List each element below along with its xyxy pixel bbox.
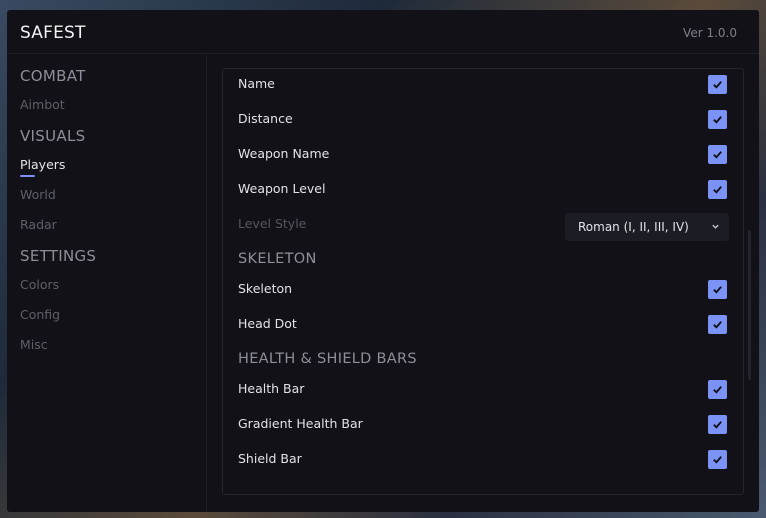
skeleton-heading: SKELETON <box>238 251 317 267</box>
level-style-dropdown[interactable]: Roman (I, II, III, IV) <box>565 213 729 241</box>
weapon-name-label: Weapon Name <box>238 146 330 161</box>
sidebar-section-combat: COMBAT <box>20 67 86 85</box>
health-shield-bars-heading: HEALTH & SHIELD BARS <box>238 351 417 367</box>
gradient-health-bar-label: Gradient Health Bar <box>238 416 363 431</box>
check-icon <box>713 421 722 429</box>
gradient-health-bar-checkbox[interactable] <box>708 415 727 434</box>
skeleton-checkbox[interactable] <box>708 280 727 299</box>
head-dot-checkbox[interactable] <box>708 315 727 334</box>
check-icon <box>713 286 722 294</box>
check-icon <box>713 386 722 394</box>
shield-bar-checkbox[interactable] <box>708 450 727 469</box>
health-bar-checkbox[interactable] <box>708 380 727 399</box>
distance-label: Distance <box>238 111 293 126</box>
check-icon <box>713 151 722 159</box>
active-item-indicator <box>20 175 35 177</box>
sidebar-item-aimbot[interactable]: Aimbot <box>20 97 65 112</box>
health-bar-label: Health Bar <box>238 381 305 396</box>
menu-window: SAFEST Ver 1.0.0 COMBAT Aimbot VISUALS P… <box>7 10 759 512</box>
chevron-down-icon <box>712 224 719 229</box>
check-icon <box>713 81 722 89</box>
name-label: Name <box>238 76 275 91</box>
level-style-value: Roman (I, II, III, IV) <box>578 220 689 234</box>
weapon-name-checkbox[interactable] <box>708 145 727 164</box>
title-bar: SAFEST Ver 1.0.0 <box>7 10 759 54</box>
check-icon <box>713 116 722 124</box>
skeleton-label: Skeleton <box>238 281 293 296</box>
panel-scrollbar[interactable] <box>748 230 751 380</box>
sidebar-section-visuals: VISUALS <box>20 127 86 145</box>
app-title: SAFEST <box>20 23 86 43</box>
head-dot-label: Head Dot <box>238 316 297 331</box>
sidebar-item-players[interactable]: Players <box>20 157 65 172</box>
sidebar-item-radar[interactable]: Radar <box>20 217 57 232</box>
check-icon <box>713 321 722 329</box>
version-label: Ver 1.0.0 <box>683 26 737 40</box>
sidebar-item-config[interactable]: Config <box>20 307 60 322</box>
name-checkbox[interactable] <box>708 75 727 94</box>
sidebar-item-misc[interactable]: Misc <box>20 337 48 352</box>
shield-bar-label: Shield Bar <box>238 451 302 466</box>
sidebar-section-settings: SETTINGS <box>20 247 97 265</box>
sidebar-item-world[interactable]: World <box>20 187 56 202</box>
check-icon <box>713 186 722 194</box>
players-settings-panel: Name Distance Weapon Name Weapon Level L… <box>222 68 744 495</box>
weapon-level-checkbox[interactable] <box>708 180 727 199</box>
check-icon <box>713 456 722 464</box>
level-style-label: Level Style <box>238 216 307 231</box>
weapon-level-label: Weapon Level <box>238 181 326 196</box>
sidebar-item-colors[interactable]: Colors <box>20 277 59 292</box>
distance-checkbox[interactable] <box>708 110 727 129</box>
sidebar: COMBAT Aimbot VISUALS Players World Rada… <box>7 55 207 512</box>
